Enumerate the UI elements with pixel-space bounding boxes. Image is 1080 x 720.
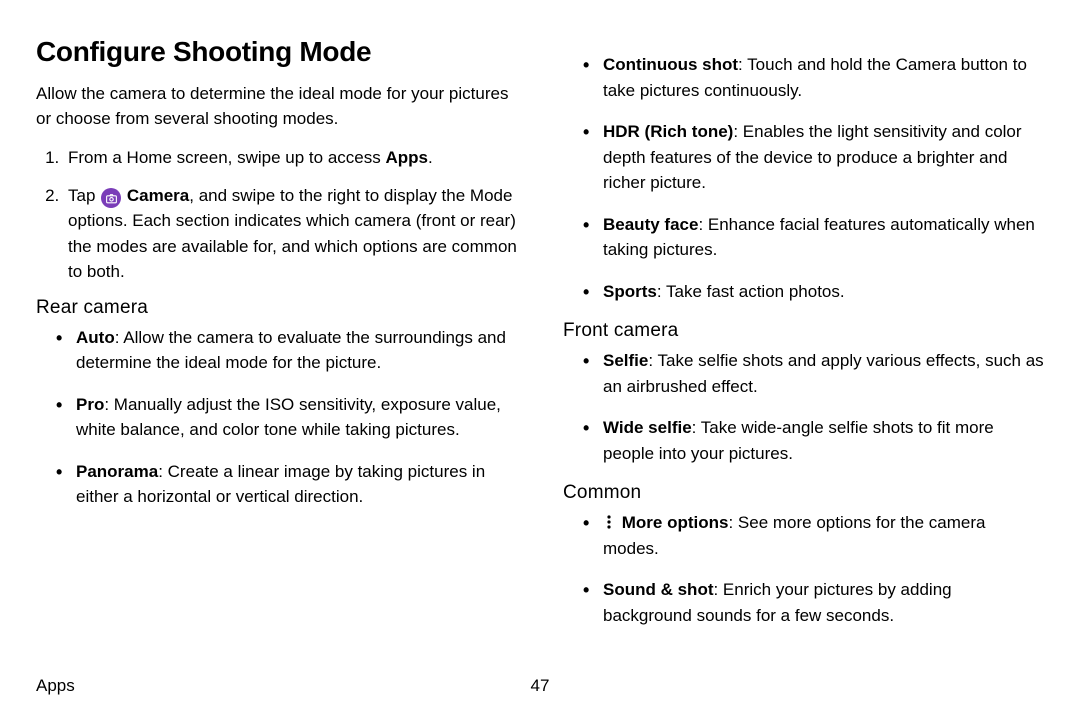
page-number: 47 <box>531 676 550 696</box>
more-options-icon <box>603 514 615 530</box>
steps-list: From a Home screen, swipe up to access A… <box>36 145 517 285</box>
mode-pro-label: Pro <box>76 395 104 414</box>
mode-continuous: Continuous shot: Touch and hold the Came… <box>591 52 1044 103</box>
mode-sports: Sports: Take fast action photos. <box>591 279 1044 305</box>
rear-camera-list-left: Auto: Allow the camera to evaluate the s… <box>36 325 517 510</box>
mode-panorama: Panorama: Create a linear image by takin… <box>64 459 517 510</box>
mode-wide-selfie: Wide selfie: Take wide-angle selfie shot… <box>591 415 1044 466</box>
left-column: Configure Shooting Mode Allow the camera… <box>36 36 517 644</box>
mode-wide-selfie-label: Wide selfie <box>603 418 692 437</box>
mode-auto-label: Auto <box>76 328 115 347</box>
mode-auto: Auto: Allow the camera to evaluate the s… <box>64 325 517 376</box>
front-camera-list: Selfie: Take selfie shots and apply vari… <box>563 348 1044 466</box>
mode-sound-shot-label: Sound & shot <box>603 580 713 599</box>
right-column: Continuous shot: Touch and hold the Came… <box>563 36 1044 644</box>
mode-beauty: Beauty face: Enhance facial features aut… <box>591 212 1044 263</box>
common-heading: Common <box>563 482 1044 504</box>
mode-more-options-label: More options <box>622 513 729 532</box>
mode-sports-desc: : Take fast action photos. <box>657 282 845 301</box>
mode-pro: Pro: Manually adjust the ISO sensitivity… <box>64 392 517 443</box>
rear-camera-heading: Rear camera <box>36 297 517 319</box>
page-footer: Apps 47 <box>36 676 1044 696</box>
footer-section: Apps <box>36 676 75 695</box>
mode-pro-desc: : Manually adjust the ISO sensitivity, e… <box>76 395 501 440</box>
step-1-post: . <box>428 148 433 167</box>
mode-selfie-label: Selfie <box>603 351 648 370</box>
common-list: More options: See more options for the c… <box>563 510 1044 628</box>
step-2-pre: Tap <box>68 186 100 205</box>
camera-icon <box>101 188 121 208</box>
page-title: Configure Shooting Mode <box>36 36 517 68</box>
step-1-text: From a Home screen, swipe up to access <box>68 148 385 167</box>
mode-selfie-desc: : Take selfie shots and apply various ef… <box>603 351 1044 396</box>
mode-hdr-label: HDR (Rich tone) <box>603 122 733 141</box>
mode-sports-label: Sports <box>603 282 657 301</box>
mode-selfie: Selfie: Take selfie shots and apply vari… <box>591 348 1044 399</box>
mode-panorama-label: Panorama <box>76 462 158 481</box>
step-2: Tap Camera, and swipe to the right to di… <box>64 183 517 285</box>
step-1: From a Home screen, swipe up to access A… <box>64 145 517 171</box>
rear-camera-list-right: Continuous shot: Touch and hold the Came… <box>563 52 1044 304</box>
page-columns: Configure Shooting Mode Allow the camera… <box>36 36 1044 644</box>
mode-hdr: HDR (Rich tone): Enables the light sensi… <box>591 119 1044 196</box>
mode-auto-desc: : Allow the camera to evaluate the surro… <box>76 328 506 373</box>
mode-beauty-label: Beauty face <box>603 215 698 234</box>
mode-more-options: More options: See more options for the c… <box>591 510 1044 561</box>
mode-continuous-label: Continuous shot <box>603 55 738 74</box>
intro-paragraph: Allow the camera to determine the ideal … <box>36 82 517 131</box>
step-1-bold: Apps <box>385 148 428 167</box>
step-2-bold: Camera <box>127 186 189 205</box>
front-camera-heading: Front camera <box>563 320 1044 342</box>
mode-sound-shot: Sound & shot: Enrich your pictures by ad… <box>591 577 1044 628</box>
